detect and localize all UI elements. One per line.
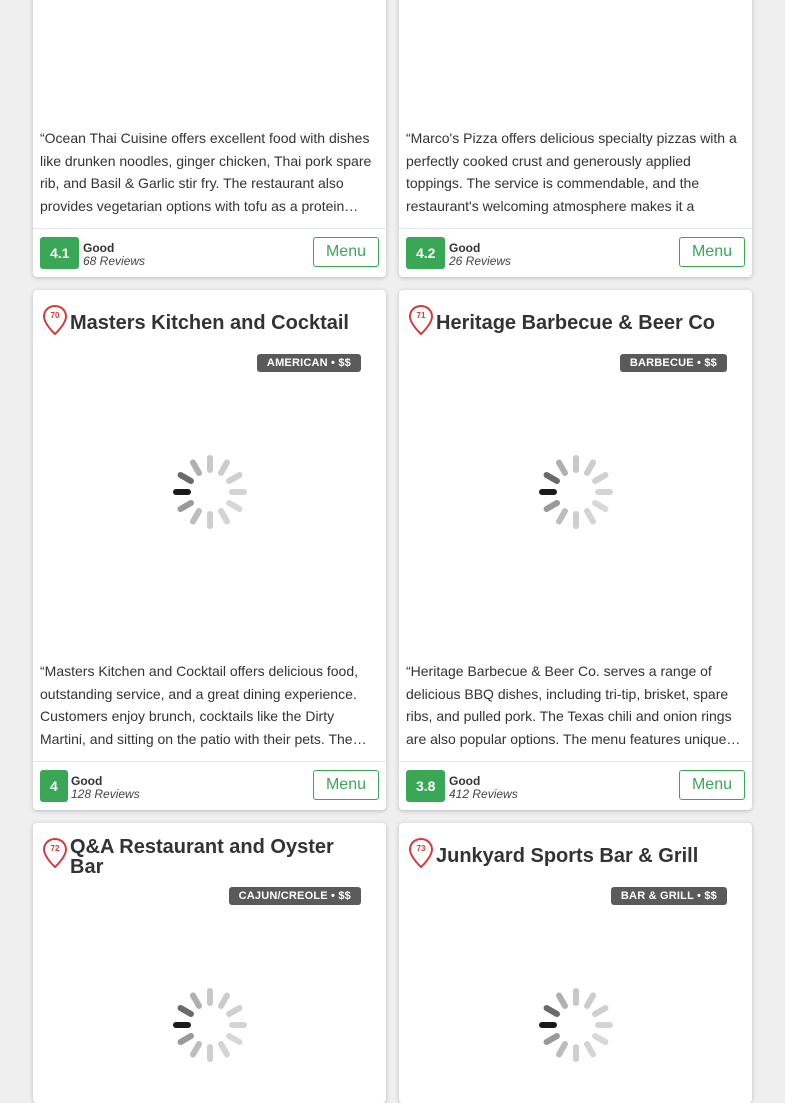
restaurant-card: 70 Masters Kitchen and Cocktail AMERICAN…: [33, 290, 386, 810]
menu-button[interactable]: Menu: [678, 237, 745, 267]
loading-spinner-icon: [538, 455, 613, 529]
restaurant-card: 73 Junkyard Sports Bar & Grill BAR & GRI…: [399, 823, 752, 1103]
restaurant-description: “Marco's Pizza offers delicious specialt…: [406, 130, 737, 214]
category-badge: AMERICAN • $$: [256, 354, 361, 372]
review-count[interactable]: 26 Reviews: [449, 254, 511, 268]
restaurant-name[interactable]: Masters Kitchen and Cocktail: [70, 304, 366, 333]
card-header: Q&A Restaurant and Oyster Bar: [33, 823, 386, 877]
restaurant-description: “Ocean Thai Cuisine offers excellent foo…: [40, 130, 372, 214]
restaurant-name[interactable]: Junkyard Sports Bar & Grill: [436, 837, 732, 866]
card-footer: 4.1 Good 68 Reviews Menu: [33, 228, 386, 277]
loading-spinner-icon: [538, 988, 613, 1062]
card-header: Junkyard Sports Bar & Grill: [399, 823, 752, 877]
restaurant-card: “Marco's Pizza offers delicious specialt…: [399, 0, 752, 277]
card-header: Heritage Barbecue & Beer Co: [399, 290, 752, 344]
review-count[interactable]: 68 Reviews: [83, 254, 145, 268]
review-count[interactable]: 412 Reviews: [449, 787, 518, 801]
loading-spinner-icon: [172, 455, 247, 529]
loading-spinner-icon: [172, 988, 247, 1062]
review-count[interactable]: 128 Reviews: [71, 787, 140, 801]
restaurant-description: “Heritage Barbecue & Beer Co. serves a r…: [406, 663, 741, 747]
rating-word: Good: [449, 774, 481, 788]
rating-word: Good: [449, 241, 481, 255]
rating-score: 4.2: [406, 237, 446, 269]
restaurant-card: “Ocean Thai Cuisine offers excellent foo…: [33, 0, 386, 277]
restaurant-name[interactable]: Q&A Restaurant and Oyster Bar: [70, 837, 366, 877]
rating-score: 4: [40, 770, 68, 802]
card-footer: 3.8 Good 412 Reviews Menu: [399, 761, 752, 810]
restaurant-name[interactable]: Heritage Barbecue & Beer Co: [436, 304, 732, 333]
rating-word: Good: [83, 241, 115, 255]
category-badge: BARBECUE • $$: [619, 354, 727, 372]
menu-button[interactable]: Menu: [678, 770, 745, 800]
card-footer: 4.2 Good 26 Reviews Menu: [399, 228, 752, 277]
restaurant-card: 71 Heritage Barbecue & Beer Co BARBECUE …: [399, 290, 752, 810]
category-badge: BAR & GRILL • $$: [610, 887, 727, 905]
card-header: Masters Kitchen and Cocktail: [33, 290, 386, 344]
rating-word: Good: [71, 774, 103, 788]
rating-score: 4.1: [40, 237, 80, 269]
card-footer: 4 Good 128 Reviews Menu: [33, 761, 386, 810]
menu-button[interactable]: Menu: [312, 237, 379, 267]
restaurant-card: 72 Q&A Restaurant and Oyster Bar CAJUN/C…: [33, 823, 386, 1103]
restaurant-description: “Masters Kitchen and Cocktail offers del…: [40, 663, 367, 747]
menu-button[interactable]: Menu: [312, 770, 379, 800]
category-badge: CAJUN/CREOLE • $$: [228, 887, 361, 905]
rating-score: 3.8: [406, 770, 446, 802]
